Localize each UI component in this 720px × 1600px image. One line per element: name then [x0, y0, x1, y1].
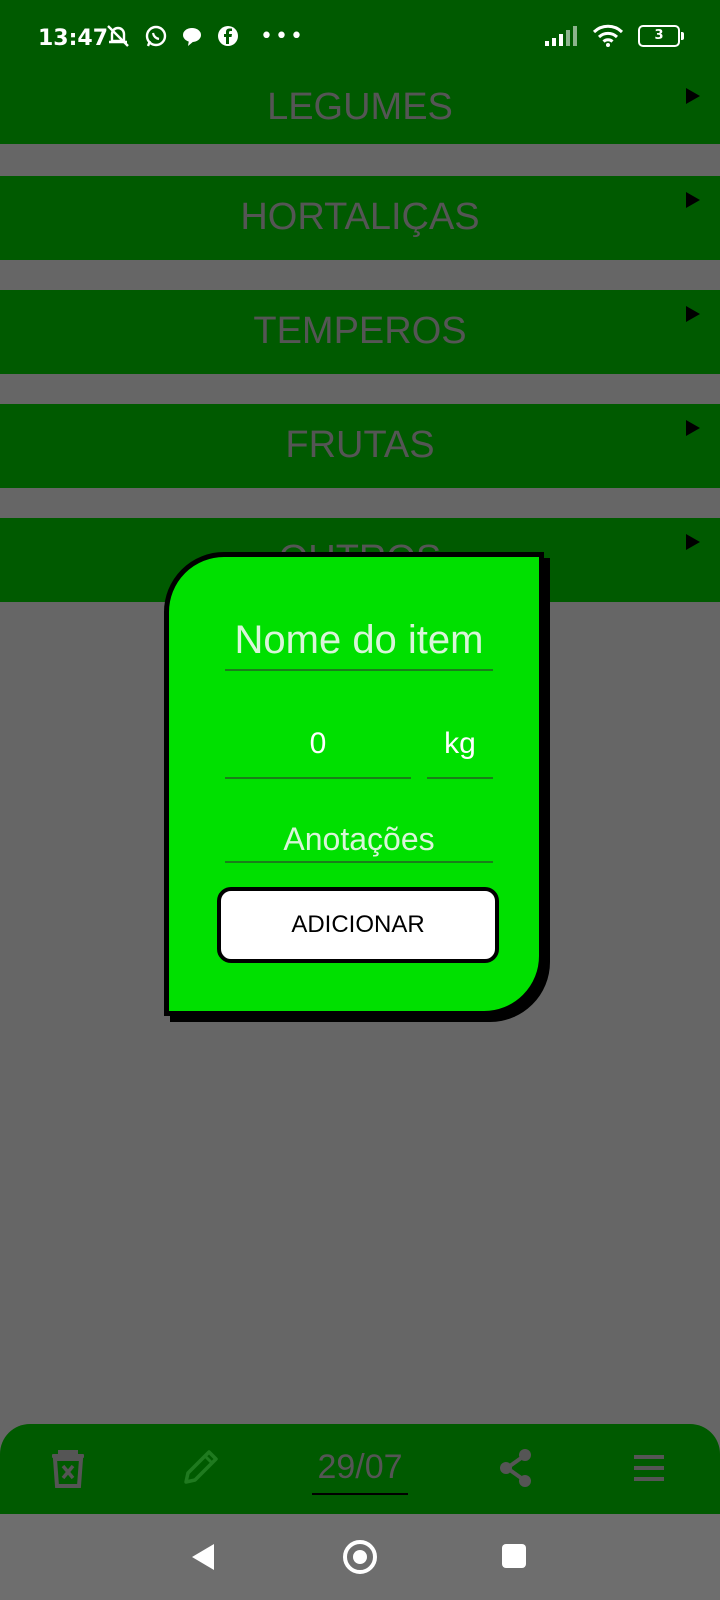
wifi-icon	[592, 24, 624, 47]
signal-icon	[545, 26, 577, 46]
recent-apps-icon[interactable]	[502, 1544, 526, 1568]
category-hortalicas[interactable]: HORTALIÇAS	[0, 176, 720, 260]
quantity-input[interactable]: 0	[225, 715, 411, 779]
bottom-action-bar: 29/07	[0, 1424, 720, 1514]
battery-icon: 3	[638, 25, 684, 47]
notification-icons: •••	[104, 22, 305, 50]
pencil-icon[interactable]	[178, 1446, 222, 1490]
whatsapp-icon	[145, 25, 167, 47]
facebook-icon	[218, 26, 238, 46]
unit-input[interactable]: kg	[427, 715, 493, 779]
add-button[interactable]: ADICIONAR	[217, 887, 499, 963]
category-temperos[interactable]: TEMPEROS	[0, 290, 720, 374]
system-icons: 3	[544, 24, 684, 48]
system-nav-bar	[0, 1514, 720, 1600]
status-time: 13:47	[38, 26, 109, 51]
category-frutas[interactable]: FRUTAS	[0, 404, 720, 488]
expand-arrow-icon	[686, 306, 700, 322]
chat-bubble-icon	[183, 28, 201, 46]
share-icon[interactable]	[494, 1446, 538, 1490]
expand-arrow-icon	[686, 534, 700, 550]
category-label: HORTALIÇAS	[240, 196, 480, 238]
back-icon[interactable]	[192, 1544, 214, 1570]
notes-input[interactable]: Anotações	[225, 817, 493, 863]
home-icon[interactable]	[343, 1540, 377, 1574]
more-dots-icon: •••	[260, 23, 305, 49]
item-name-input[interactable]: Nome do item	[225, 611, 493, 671]
category-legumes[interactable]: LEGUMES	[0, 60, 720, 144]
expand-arrow-icon	[686, 192, 700, 208]
category-label: LEGUMES	[267, 86, 453, 128]
category-label: TEMPEROS	[253, 310, 467, 352]
trash-icon[interactable]	[46, 1446, 90, 1490]
add-item-dialog: Nome do item 0 kg Anotações ADICIONAR	[164, 552, 544, 1016]
muted-bell-icon	[107, 25, 129, 47]
category-label: FRUTAS	[285, 424, 435, 466]
date-button[interactable]: 29/07	[312, 1448, 408, 1495]
expand-arrow-icon	[686, 420, 700, 436]
menu-icon[interactable]	[628, 1446, 672, 1490]
expand-arrow-icon	[686, 88, 700, 104]
